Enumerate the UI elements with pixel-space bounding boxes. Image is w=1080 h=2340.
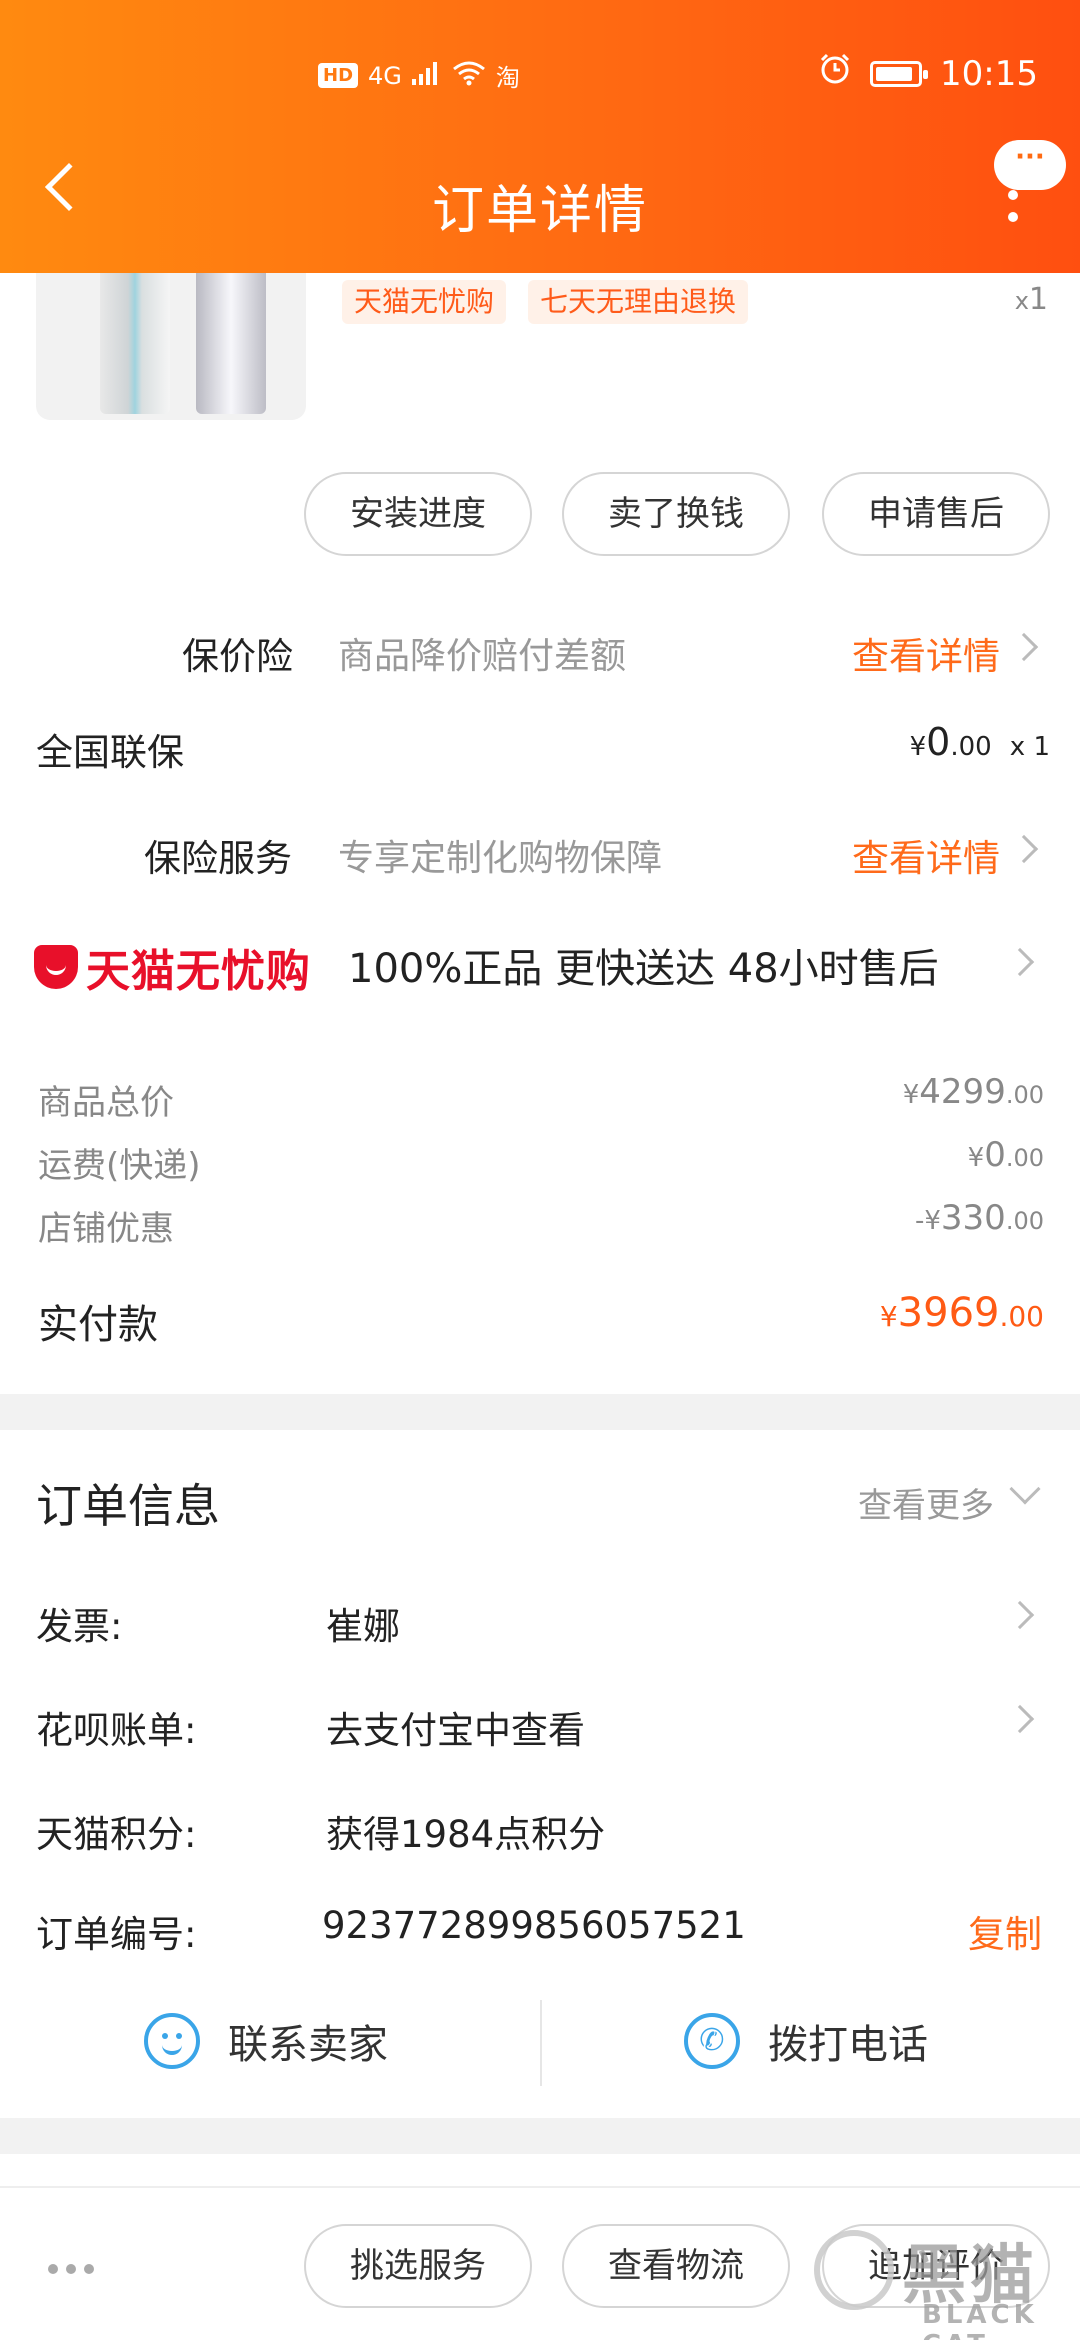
top-header: HD 4G 淘 10:15 订单详情 ··· (0, 0, 1080, 273)
chevron-right-icon (1009, 834, 1039, 864)
store-discount-label: 店铺优惠 (38, 1209, 174, 1249)
4g-icon: 4G (368, 61, 402, 90)
wifi-icon (452, 60, 486, 92)
view-logistics-button[interactable]: 查看物流 (562, 2224, 790, 2308)
order-info-title: 订单信息 (36, 1479, 220, 1533)
order-number-value: 923772899856057521 (322, 1904, 746, 1947)
hd-icon: HD (318, 63, 359, 88)
status-bar: HD 4G 淘 10:15 (0, 52, 1080, 102)
cat-logo-icon (814, 2230, 894, 2310)
choose-service-button[interactable]: 挑选服务 (304, 2224, 532, 2308)
battery-icon (870, 60, 929, 87)
clock-time: 10:15 (940, 53, 1038, 94)
more-menu-button[interactable] (1008, 190, 1022, 234)
message-bubble-icon[interactable]: ··· (994, 140, 1066, 190)
page-title: 订单详情 (431, 181, 648, 241)
paid-amount-value: ¥3969.00 (879, 1290, 1044, 1336)
price-protect-desc: 商品降价赔付差额 (338, 636, 627, 677)
tag-tmall-worry-free: 天猫无忧购 (342, 280, 507, 324)
store-discount-value: -¥330.00 (914, 1198, 1044, 1238)
huabei-bill-label: 花呗账单: (36, 1709, 197, 1752)
alarm-icon (818, 52, 852, 95)
chevron-right-icon (1005, 1600, 1035, 1630)
price-protect-label: 保价险 (182, 635, 293, 678)
paid-amount-label: 实付款 (38, 1302, 158, 1348)
tag-seven-day-return: 七天无理由退换 (528, 280, 749, 324)
chevron-right-icon (1005, 1704, 1035, 1734)
huabei-bill-value[interactable]: 去支付宝中查看 (326, 1700, 585, 1754)
invoice-label: 发票: (36, 1605, 123, 1648)
see-more-link[interactable]: 查看更多 (858, 1478, 994, 1527)
call-phone-button[interactable]: ✆ 拨打电话 (684, 2012, 928, 2070)
resell-button[interactable]: 卖了换钱 (562, 472, 790, 556)
chevron-down-icon[interactable] (1009, 1473, 1041, 1505)
contact-seller-button[interactable]: 联系卖家 (144, 2012, 388, 2070)
section-divider (0, 2118, 1080, 2154)
chevron-right-icon (1009, 632, 1039, 662)
tmall-worry-free-logo[interactable]: 天猫无忧购 (34, 935, 311, 999)
tmall-points-value: 获得1984点积分 (326, 1813, 606, 1856)
install-progress-button[interactable]: 安装进度 (304, 472, 532, 556)
more-actions-icon[interactable] (48, 2264, 94, 2274)
insurance-label: 保险服务 (144, 837, 292, 880)
tmall-points-label: 天猫积分: (36, 1813, 197, 1856)
shipping-value: ¥0.00 (967, 1135, 1044, 1175)
total-price-value: ¥4299.00 (902, 1072, 1044, 1112)
status-right: 10:15 (818, 52, 1038, 95)
order-number-label: 订单编号: (36, 1913, 197, 1956)
invoice-value[interactable]: 崔娜 (326, 1596, 400, 1650)
black-cat-watermark: 黑猫 BLACK CAT (810, 2230, 1080, 2340)
contact-divider (540, 2000, 542, 2086)
total-price-label: 商品总价 (38, 1083, 174, 1123)
network-indicators: HD 4G 淘 (318, 58, 520, 93)
insurance-desc: 专享定制化购物保障 (338, 838, 663, 879)
price-protect-details-link[interactable]: 查看详情 (852, 626, 1000, 680)
phone-icon: ✆ (684, 2013, 740, 2069)
section-divider (0, 1394, 1080, 1430)
chat-face-icon (144, 2013, 200, 2069)
product-quantity: x1 (1014, 282, 1048, 317)
warranty-label: 全国联保 (36, 731, 184, 774)
insurance-details-link[interactable]: 查看详情 (852, 828, 1000, 882)
shipping-label: 运费(快递) (38, 1146, 201, 1186)
after-sales-button[interactable]: 申请售后 (822, 472, 1050, 556)
copy-order-number-button[interactable]: 复制 (968, 1904, 1042, 1958)
tmall-promise-text[interactable]: 100%正品 更快送达 48小时售后 (348, 936, 939, 994)
taobao-app-icon: 淘 (495, 64, 520, 92)
chevron-right-icon (1005, 947, 1035, 977)
warranty-price: ¥0.00 x 1 (909, 720, 1050, 764)
tmall-cat-icon (34, 945, 78, 989)
signal-icon (411, 61, 442, 91)
